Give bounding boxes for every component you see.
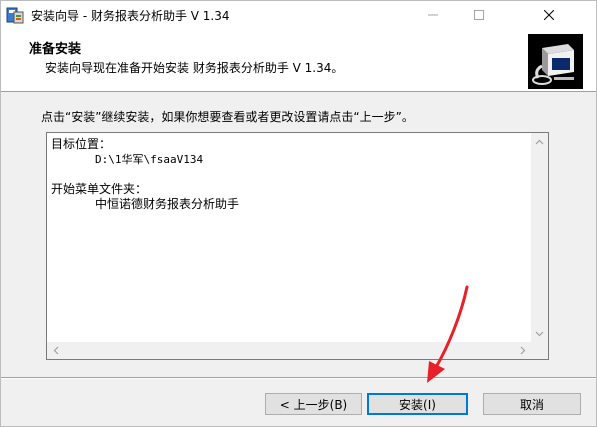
scrollbar-corner	[531, 342, 548, 359]
memo-line-startmenu-label: 开始菜单文件夹：	[51, 182, 148, 196]
footer-divider	[1, 377, 596, 379]
settings-summary-memo[interactable]: 目标位置： D:\1华军\fsaaV134 开始菜单文件夹： 中恒诺德财务报表分…	[46, 132, 549, 360]
page-subtitle: 安装向导现在准备开始安装 财务报表分析助手 V 1.34。	[45, 61, 344, 75]
install-button[interactable]: 安装(I)	[367, 393, 468, 415]
memo-line-target-path: D:\1华军\fsaaV134	[95, 153, 204, 166]
title-bar[interactable]: 安装向导 - 财务报表分析助手 V 1.34	[1, 1, 596, 29]
minimize-icon	[428, 14, 438, 16]
back-button[interactable]: < 上一步(B)	[265, 393, 362, 415]
vertical-scrollbar[interactable]	[531, 133, 548, 342]
scroll-right-icon[interactable]	[514, 342, 531, 359]
page-title: 准备安装	[29, 42, 82, 57]
wizard-header: 准备安装 安装向导现在准备开始安装 财务报表分析助手 V 1.34。	[1, 29, 596, 92]
scroll-down-icon[interactable]	[531, 325, 548, 342]
installer-app-icon	[6, 6, 24, 24]
instruction-text: 点击“安装”继续安装，如果你想要查看或者更改设置请点击“上一步”。	[41, 110, 414, 124]
close-icon	[544, 10, 554, 20]
close-button[interactable]	[502, 1, 596, 29]
memo-line-startmenu-folder: 中恒诺德财务报表分析助手	[95, 197, 240, 211]
memo-line-target-label: 目标位置：	[51, 137, 112, 151]
minimize-button[interactable]	[410, 1, 456, 29]
horizontal-scrollbar[interactable]	[47, 342, 531, 359]
scroll-up-icon[interactable]	[531, 133, 548, 150]
computer-install-icon	[528, 34, 583, 89]
maximize-button[interactable]	[456, 1, 502, 29]
maximize-icon	[474, 10, 484, 20]
memo-content: 目标位置： D:\1华军\fsaaV134 开始菜单文件夹： 中恒诺德财务报表分…	[51, 137, 239, 212]
installer-window: 安装向导 - 财务报表分析助手 V 1.34 准备安装 安装向导现在准备开始安装…	[0, 0, 597, 427]
window-title: 安装向导 - 财务报表分析助手 V 1.34	[31, 9, 230, 23]
scroll-left-icon[interactable]	[47, 342, 64, 359]
cancel-button[interactable]: 取消	[483, 393, 581, 415]
memo-line-blank	[51, 167, 239, 182]
